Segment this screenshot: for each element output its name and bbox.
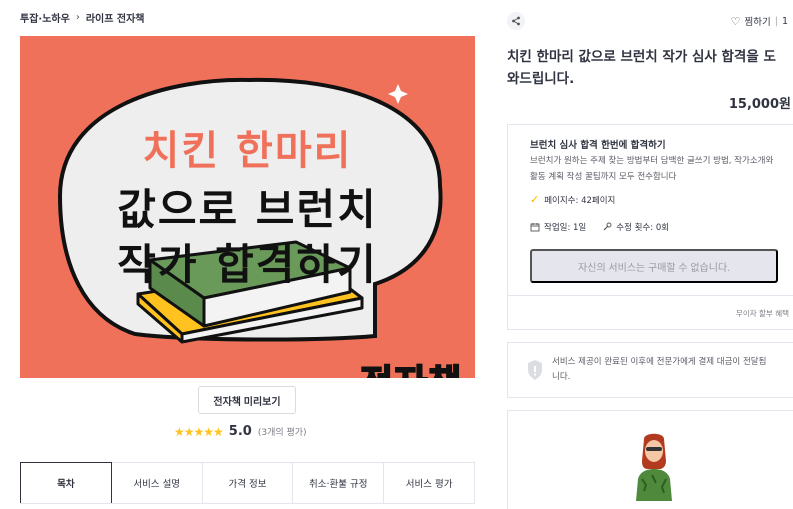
payment-notice-text: 서비스 제공이 완료된 이후에 전문가에게 결제 대금이 전달됩니다. xyxy=(552,357,767,382)
rating-stars-icon: ★★★★★ xyxy=(174,424,224,439)
tab-service-reviews[interactable]: 서비스 평가 xyxy=(384,462,475,503)
rating-score: 5.0 xyxy=(228,424,252,439)
installment-benefit-link[interactable]: 무이자 할부 혜택 xyxy=(736,308,789,319)
rating-summary: ★★★★★ 5.0 (3개의 평가) xyxy=(174,424,307,439)
heart-icon: ♡ xyxy=(730,14,741,28)
product-thumbnail: 치킨 한마리 값으로 브런치 작가 합격하기 전자책 xyxy=(20,36,475,378)
breadcrumb-item-subcategory[interactable]: 라이프 전자책 xyxy=(86,10,145,25)
check-icon: ✓ xyxy=(530,193,540,206)
expert-profile-panel xyxy=(507,410,793,509)
package-divider xyxy=(508,295,793,296)
work-days: 작업일: 1일 xyxy=(530,221,586,233)
wrench-icon xyxy=(603,222,612,231)
thumbnail-headline-3: 작가 합격하기 xyxy=(117,240,378,289)
top-actions: ♡ 찜하기 | 1 xyxy=(507,10,793,34)
shield-icon xyxy=(528,360,542,380)
breadcrumb: 투잡·노하우 › 라이프 전자책 xyxy=(20,10,145,25)
package-pages: ✓ 페이지수: 42페이지 xyxy=(530,193,615,206)
tab-table-of-contents[interactable]: 목차 xyxy=(20,462,112,503)
revision-count: 수정 횟수: 0회 xyxy=(602,221,669,233)
tab-price-info[interactable]: 가격 정보 xyxy=(202,462,294,503)
thumbnail-headline-1: 치킨 한마리 xyxy=(142,128,353,174)
share-button[interactable] xyxy=(507,12,525,30)
expert-avatar[interactable] xyxy=(626,429,682,501)
share-icon xyxy=(512,16,520,26)
work-days-label: 작업일: 1일 xyxy=(544,223,587,233)
tab-service-description[interactable]: 서비스 설명 xyxy=(111,462,203,503)
package-description: 브런치가 원하는 주제 찾는 방법부터 담백한 글쓰기 방법, 작가소개와 활동… xyxy=(530,156,774,182)
package-panel: 브런치 심사 합격 한번에 합격하기 브런치가 원하는 주제 찾는 방법부터 담… xyxy=(507,124,793,330)
package-pages-label: 페이지수: 42페이지 xyxy=(544,195,616,206)
payment-notice: 서비스 제공이 완료된 이후에 전문가에게 결제 대금이 전달됩니다. xyxy=(507,342,793,398)
revision-count-label: 수정 횟수: 0회 xyxy=(616,223,670,233)
purchase-button[interactable]: 자신의 서비스는 구매할 수 없습니다. xyxy=(530,249,778,283)
product-title: 치킨 한마리 값으로 브런치 작가 심사 합격을 도와드립니다. xyxy=(507,49,776,87)
like-button[interactable]: ♡ 찜하기 | 1 xyxy=(730,14,788,29)
package-title: 브런치 심사 합격 한번에 합격하기 xyxy=(530,140,666,151)
thumbnail-headline-2: 값으로 브런치 xyxy=(117,185,378,234)
tab-refund-policy[interactable]: 취소·환불 규정 xyxy=(293,462,385,503)
thumbnail-ebook-badge: 전자책 xyxy=(359,354,462,378)
rating-count[interactable]: (3개의 평가) xyxy=(258,425,307,438)
like-count: 1 xyxy=(781,15,788,27)
chevron-right-icon: › xyxy=(75,12,80,23)
product-price: 15,000원 xyxy=(728,97,791,112)
breadcrumb-item-category[interactable]: 투잡·노하우 xyxy=(20,10,70,25)
detail-tabs: 목차 서비스 설명 가격 정보 취소·환불 규정 서비스 평가 xyxy=(20,462,475,504)
like-label: 찜하기 xyxy=(744,17,771,28)
ebook-preview-button[interactable]: 전자책 미리보기 xyxy=(198,386,296,414)
like-divider: | xyxy=(774,15,778,27)
calendar-icon xyxy=(530,223,540,232)
package-meta: 작업일: 1일 수정 횟수: 0회 xyxy=(530,221,669,233)
